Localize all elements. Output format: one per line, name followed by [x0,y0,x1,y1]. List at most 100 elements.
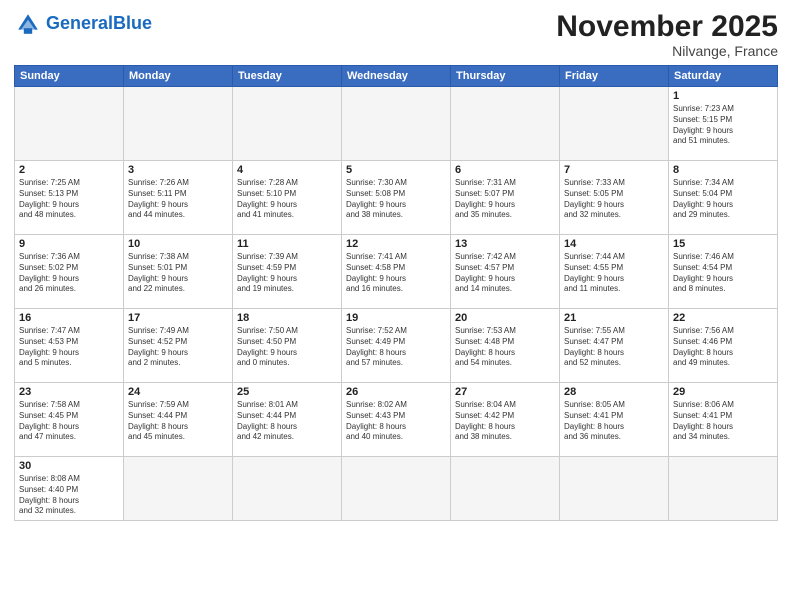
calendar-row-1: 1 Sunrise: 7:23 AMSunset: 5:15 PMDayligh… [15,87,778,161]
day-info-14: Sunrise: 7:44 AMSunset: 4:55 PMDaylight:… [564,252,664,295]
day-number-19: 19 [346,312,446,324]
day-info-19: Sunrise: 7:52 AMSunset: 4:49 PMDaylight:… [346,326,446,369]
day-10: 10 Sunrise: 7:38 AMSunset: 5:01 PMDaylig… [124,235,233,309]
col-monday: Monday [124,66,233,87]
day-number-27: 27 [455,386,555,398]
day-info-7: Sunrise: 7:33 AMSunset: 5:05 PMDaylight:… [564,178,664,221]
day-number-24: 24 [128,386,228,398]
day-number-5: 5 [346,164,446,176]
calendar-row-2: 2 Sunrise: 7:25 AMSunset: 5:13 PMDayligh… [15,161,778,235]
calendar-row-4: 16 Sunrise: 7:47 AMSunset: 4:53 PMDaylig… [15,309,778,383]
day-number-23: 23 [19,386,119,398]
day-info-21: Sunrise: 7:55 AMSunset: 4:47 PMDaylight:… [564,326,664,369]
empty-cell [669,457,778,521]
day-3: 3 Sunrise: 7:26 AMSunset: 5:11 PMDayligh… [124,161,233,235]
empty-cell [560,457,669,521]
title-block: November 2025 Nilvange, France [556,10,778,59]
day-info-3: Sunrise: 7:26 AMSunset: 5:11 PMDaylight:… [128,178,228,221]
day-info-2: Sunrise: 7:25 AMSunset: 5:13 PMDaylight:… [19,178,119,221]
day-info-9: Sunrise: 7:36 AMSunset: 5:02 PMDaylight:… [19,252,119,295]
day-23: 23 Sunrise: 7:58 AMSunset: 4:45 PMDaylig… [15,383,124,457]
page: GeneralBlue November 2025 Nilvange, Fran… [0,0,792,612]
weekday-header-row: Sunday Monday Tuesday Wednesday Thursday… [15,66,778,87]
empty-cell [233,87,342,161]
day-info-25: Sunrise: 8:01 AMSunset: 4:44 PMDaylight:… [237,400,337,443]
calendar-row-5: 23 Sunrise: 7:58 AMSunset: 4:45 PMDaylig… [15,383,778,457]
empty-cell [560,87,669,161]
day-16: 16 Sunrise: 7:47 AMSunset: 4:53 PMDaylig… [15,309,124,383]
day-27: 27 Sunrise: 8:04 AMSunset: 4:42 PMDaylig… [451,383,560,457]
empty-cell [124,87,233,161]
empty-cell [451,457,560,521]
day-15: 15 Sunrise: 7:46 AMSunset: 4:54 PMDaylig… [669,235,778,309]
day-28: 28 Sunrise: 8:05 AMSunset: 4:41 PMDaylig… [560,383,669,457]
day-1: 1 Sunrise: 7:23 AMSunset: 5:15 PMDayligh… [669,87,778,161]
logo: GeneralBlue [14,10,152,38]
calendar: Sunday Monday Tuesday Wednesday Thursday… [14,65,778,521]
logo-general: General [46,13,113,33]
day-20: 20 Sunrise: 7:53 AMSunset: 4:48 PMDaylig… [451,309,560,383]
logo-blue: Blue [113,13,152,33]
day-26: 26 Sunrise: 8:02 AMSunset: 4:43 PMDaylig… [342,383,451,457]
day-17: 17 Sunrise: 7:49 AMSunset: 4:52 PMDaylig… [124,309,233,383]
day-24: 24 Sunrise: 7:59 AMSunset: 4:44 PMDaylig… [124,383,233,457]
day-8: 8 Sunrise: 7:34 AMSunset: 5:04 PMDayligh… [669,161,778,235]
day-info-26: Sunrise: 8:02 AMSunset: 4:43 PMDaylight:… [346,400,446,443]
day-info-29: Sunrise: 8:06 AMSunset: 4:41 PMDaylight:… [673,400,773,443]
day-number-7: 7 [564,164,664,176]
day-7: 7 Sunrise: 7:33 AMSunset: 5:05 PMDayligh… [560,161,669,235]
day-info-16: Sunrise: 7:47 AMSunset: 4:53 PMDaylight:… [19,326,119,369]
col-wednesday: Wednesday [342,66,451,87]
col-sunday: Sunday [15,66,124,87]
day-number-21: 21 [564,312,664,324]
day-number-11: 11 [237,238,337,250]
day-18: 18 Sunrise: 7:50 AMSunset: 4:50 PMDaylig… [233,309,342,383]
day-number-10: 10 [128,238,228,250]
day-22: 22 Sunrise: 7:56 AMSunset: 4:46 PMDaylig… [669,309,778,383]
empty-cell [342,87,451,161]
day-number-30: 30 [19,460,119,472]
day-info-20: Sunrise: 7:53 AMSunset: 4:48 PMDaylight:… [455,326,555,369]
day-30: 30 Sunrise: 8:08 AMSunset: 4:40 PMDaylig… [15,457,124,521]
day-number-25: 25 [237,386,337,398]
calendar-row-3: 9 Sunrise: 7:36 AMSunset: 5:02 PMDayligh… [15,235,778,309]
month-title: November 2025 [556,10,778,43]
day-info-22: Sunrise: 7:56 AMSunset: 4:46 PMDaylight:… [673,326,773,369]
logo-text: GeneralBlue [46,14,152,34]
day-9: 9 Sunrise: 7:36 AMSunset: 5:02 PMDayligh… [15,235,124,309]
day-number-28: 28 [564,386,664,398]
day-number-18: 18 [237,312,337,324]
day-info-11: Sunrise: 7:39 AMSunset: 4:59 PMDaylight:… [237,252,337,295]
day-number-17: 17 [128,312,228,324]
day-number-26: 26 [346,386,446,398]
day-info-27: Sunrise: 8:04 AMSunset: 4:42 PMDaylight:… [455,400,555,443]
day-info-8: Sunrise: 7:34 AMSunset: 5:04 PMDaylight:… [673,178,773,221]
day-2: 2 Sunrise: 7:25 AMSunset: 5:13 PMDayligh… [15,161,124,235]
day-number-29: 29 [673,386,773,398]
location: Nilvange, France [556,43,778,59]
day-number-15: 15 [673,238,773,250]
day-21: 21 Sunrise: 7:55 AMSunset: 4:47 PMDaylig… [560,309,669,383]
day-11: 11 Sunrise: 7:39 AMSunset: 4:59 PMDaylig… [233,235,342,309]
day-info-10: Sunrise: 7:38 AMSunset: 5:01 PMDaylight:… [128,252,228,295]
day-4: 4 Sunrise: 7:28 AMSunset: 5:10 PMDayligh… [233,161,342,235]
day-info-13: Sunrise: 7:42 AMSunset: 4:57 PMDaylight:… [455,252,555,295]
day-number-4: 4 [237,164,337,176]
day-number-6: 6 [455,164,555,176]
empty-cell [233,457,342,521]
day-5: 5 Sunrise: 7:30 AMSunset: 5:08 PMDayligh… [342,161,451,235]
empty-cell [451,87,560,161]
day-info-24: Sunrise: 7:59 AMSunset: 4:44 PMDaylight:… [128,400,228,443]
day-number-2: 2 [19,164,119,176]
day-13: 13 Sunrise: 7:42 AMSunset: 4:57 PMDaylig… [451,235,560,309]
day-number-16: 16 [19,312,119,324]
day-number-9: 9 [19,238,119,250]
day-12: 12 Sunrise: 7:41 AMSunset: 4:58 PMDaylig… [342,235,451,309]
day-info-4: Sunrise: 7:28 AMSunset: 5:10 PMDaylight:… [237,178,337,221]
day-number-1: 1 [673,90,773,102]
day-info-6: Sunrise: 7:31 AMSunset: 5:07 PMDaylight:… [455,178,555,221]
day-14: 14 Sunrise: 7:44 AMSunset: 4:55 PMDaylig… [560,235,669,309]
empty-cell [124,457,233,521]
day-info-23: Sunrise: 7:58 AMSunset: 4:45 PMDaylight:… [19,400,119,443]
day-29: 29 Sunrise: 8:06 AMSunset: 4:41 PMDaylig… [669,383,778,457]
